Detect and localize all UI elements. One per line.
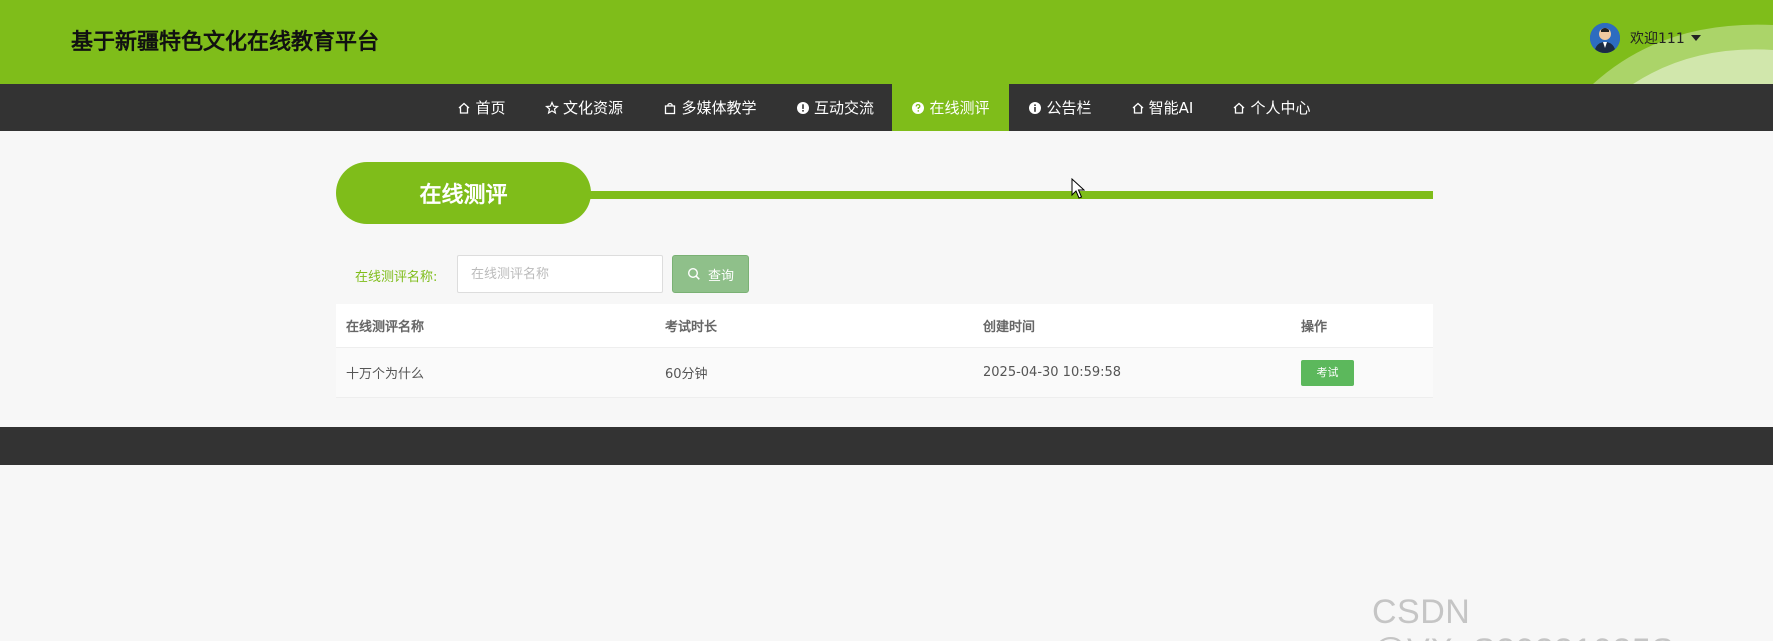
nav-item-label: 互动交流 — [813, 99, 874, 117]
question-circle-icon — [911, 101, 925, 115]
section-title: 在线测评 — [336, 162, 591, 224]
site-title: 基于新疆特色文化在线教育平台 — [71, 30, 380, 55]
cell-name: 十万个为什么 — [346, 367, 425, 382]
nav-item-announcements[interactable]: 公告栏 — [1026, 84, 1094, 131]
search-icon — [687, 267, 701, 281]
column-header-name: 在线测评名称 — [346, 320, 425, 335]
cell-action: 考试 — [1291, 359, 1433, 386]
mouse-cursor-icon — [1071, 178, 1085, 199]
column-header-duration: 考试时长 — [665, 320, 718, 335]
welcome-text: 欢迎111 — [1630, 31, 1685, 47]
search-input[interactable] — [457, 255, 663, 293]
nav-item-personal-center[interactable]: 个人中心 — [1230, 84, 1313, 131]
nav-item-ai[interactable]: 智能AI — [1127, 84, 1197, 131]
nav-item-label: 智能AI — [1148, 99, 1194, 117]
bag-icon — [663, 101, 677, 115]
site-footer — [0, 427, 1773, 465]
nav-item-label: 在线测评 — [929, 99, 990, 117]
nav-item-multimedia[interactable]: 多媒体教学 — [651, 84, 769, 131]
watermark: CSDN @VX_S20231025S — [1372, 593, 1674, 641]
search-button-label: 查询 — [707, 268, 734, 284]
table-row: 十万个为什么 60分钟 2025-04-30 10:59:58 考试 — [336, 348, 1433, 398]
nav-item-home[interactable]: 首页 — [447, 84, 516, 131]
exam-button[interactable]: 考试 — [1301, 359, 1354, 386]
nav-item-culture[interactable]: 文化资源 — [536, 84, 632, 131]
nav-item-label: 多媒体教学 — [681, 99, 757, 117]
caret-down-icon[interactable] — [1690, 35, 1701, 41]
home-icon — [1232, 101, 1246, 115]
avatar[interactable] — [1590, 23, 1620, 53]
table-header-row: 在线测评名称 考试时长 创建时间 操作 — [336, 304, 1433, 348]
cell-created: 2025-04-30 10:59:58 — [983, 365, 1122, 380]
nav-item-label: 个人中心 — [1250, 99, 1311, 117]
nav-item-label: 首页 — [475, 99, 506, 117]
cell-duration: 60分钟 — [665, 367, 708, 382]
info-circle-icon — [1028, 101, 1042, 115]
section-divider — [586, 191, 1433, 199]
alert-circle-icon — [796, 101, 810, 115]
section-heading: 在线测评 — [336, 162, 1433, 224]
search-button[interactable]: 查询 — [672, 255, 749, 293]
site-header: 基于新疆特色文化在线教育平台 欢迎111 — [0, 0, 1773, 84]
nav-item-label: 公告栏 — [1046, 99, 1092, 117]
star-icon — [544, 100, 559, 115]
main-nav: 首页 文化资源 多媒体教学 互动交流 在线测评 公告栏 智能AI 个人中心 — [0, 84, 1773, 131]
nav-item-interaction[interactable]: 互动交流 — [787, 84, 883, 131]
column-header-action: 操作 — [1301, 320, 1328, 335]
user-menu[interactable]: 欢迎111 — [1590, 22, 1701, 54]
home-icon — [1131, 101, 1145, 115]
nav-item-label: 文化资源 — [562, 99, 623, 117]
column-header-created: 创建时间 — [983, 320, 1036, 335]
search-label: 在线测评名称: — [355, 270, 438, 285]
nav-item-assessment[interactable]: 在线测评 — [892, 84, 1009, 131]
home-icon — [457, 101, 471, 115]
assessment-table: 在线测评名称 考试时长 创建时间 操作 十万个为什么 60分钟 2025-04-… — [336, 304, 1433, 398]
